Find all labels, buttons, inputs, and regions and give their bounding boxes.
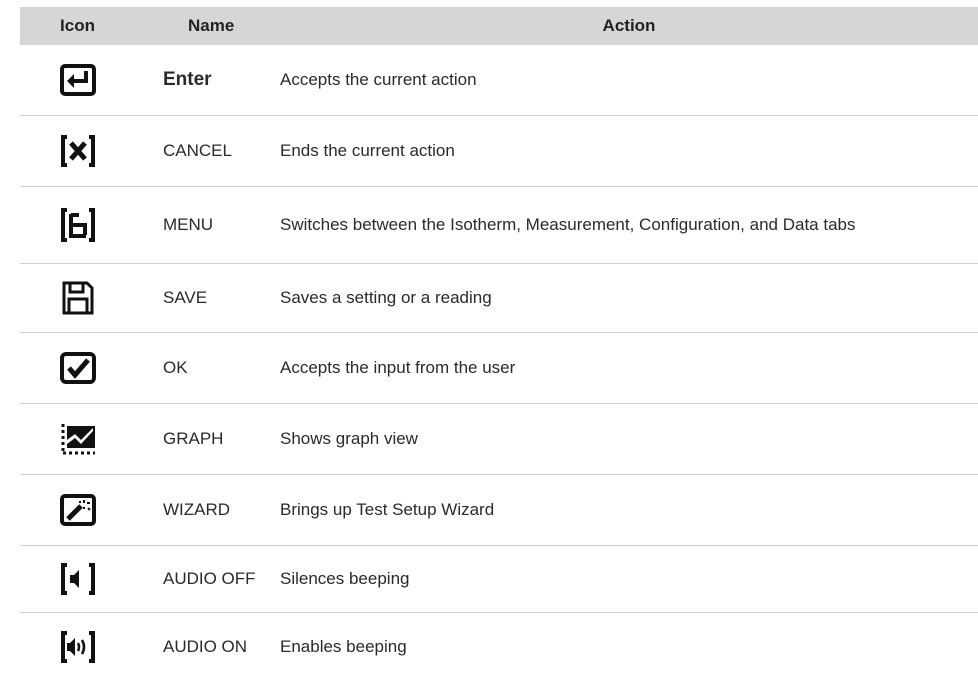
wizard-icon <box>59 494 96 526</box>
row-name: SAVE <box>163 288 208 307</box>
table-row: GRAPH Shows graph view <box>20 404 978 475</box>
menu-icon <box>60 208 95 242</box>
table-row: AUDIO ON Enables beeping <box>20 613 978 681</box>
audio-on-icon <box>60 631 95 663</box>
row-action: Saves a setting or a reading <box>280 287 492 307</box>
table-row: MENU Switches between the Isotherm, Meas… <box>20 187 978 264</box>
row-action: Accepts the current action <box>280 69 477 89</box>
table-row: OK Accepts the input from the user <box>20 333 978 404</box>
table-row: AUDIO OFF Silences beeping <box>20 546 978 613</box>
row-name: OK <box>163 358 188 377</box>
table-row: WIZARD Brings up Test Setup Wizard <box>20 475 978 546</box>
row-name: AUDIO OFF <box>163 569 256 588</box>
row-action: Switches between the Isotherm, Measureme… <box>280 214 856 234</box>
row-action: Brings up Test Setup Wizard <box>280 499 495 519</box>
row-name: WIZARD <box>163 500 231 519</box>
row-name: AUDIO ON <box>163 637 248 656</box>
row-action: Silences beeping <box>280 568 410 588</box>
row-name: Enter <box>163 69 212 90</box>
row-action: Accepts the input from the user <box>280 357 516 377</box>
row-name: CANCEL <box>163 141 232 160</box>
table-row: SAVE Saves a setting or a reading <box>20 264 978 333</box>
row-action: Shows graph view <box>280 428 418 448</box>
ok-icon <box>59 352 96 384</box>
header-name: Name <box>188 16 235 35</box>
icon-reference-table: Icon Name Action Enter Accepts the curre… <box>20 7 978 681</box>
graph-icon <box>61 424 95 455</box>
header-action: Action <box>602 15 656 35</box>
row-action: Enables beeping <box>280 636 407 656</box>
row-name: MENU <box>163 215 214 234</box>
cancel-icon <box>60 135 95 167</box>
enter-icon <box>59 64 96 96</box>
save-icon <box>62 281 93 315</box>
table-header: Icon Name Action <box>20 7 978 45</box>
table-row: Enter Accepts the current action <box>20 45 978 116</box>
header-icon: Icon <box>60 16 95 35</box>
table-row: CANCEL Ends the current action <box>20 116 978 187</box>
row-name: GRAPH <box>163 429 224 448</box>
audio-off-icon <box>60 563 95 595</box>
row-action: Ends the current action <box>280 140 455 160</box>
